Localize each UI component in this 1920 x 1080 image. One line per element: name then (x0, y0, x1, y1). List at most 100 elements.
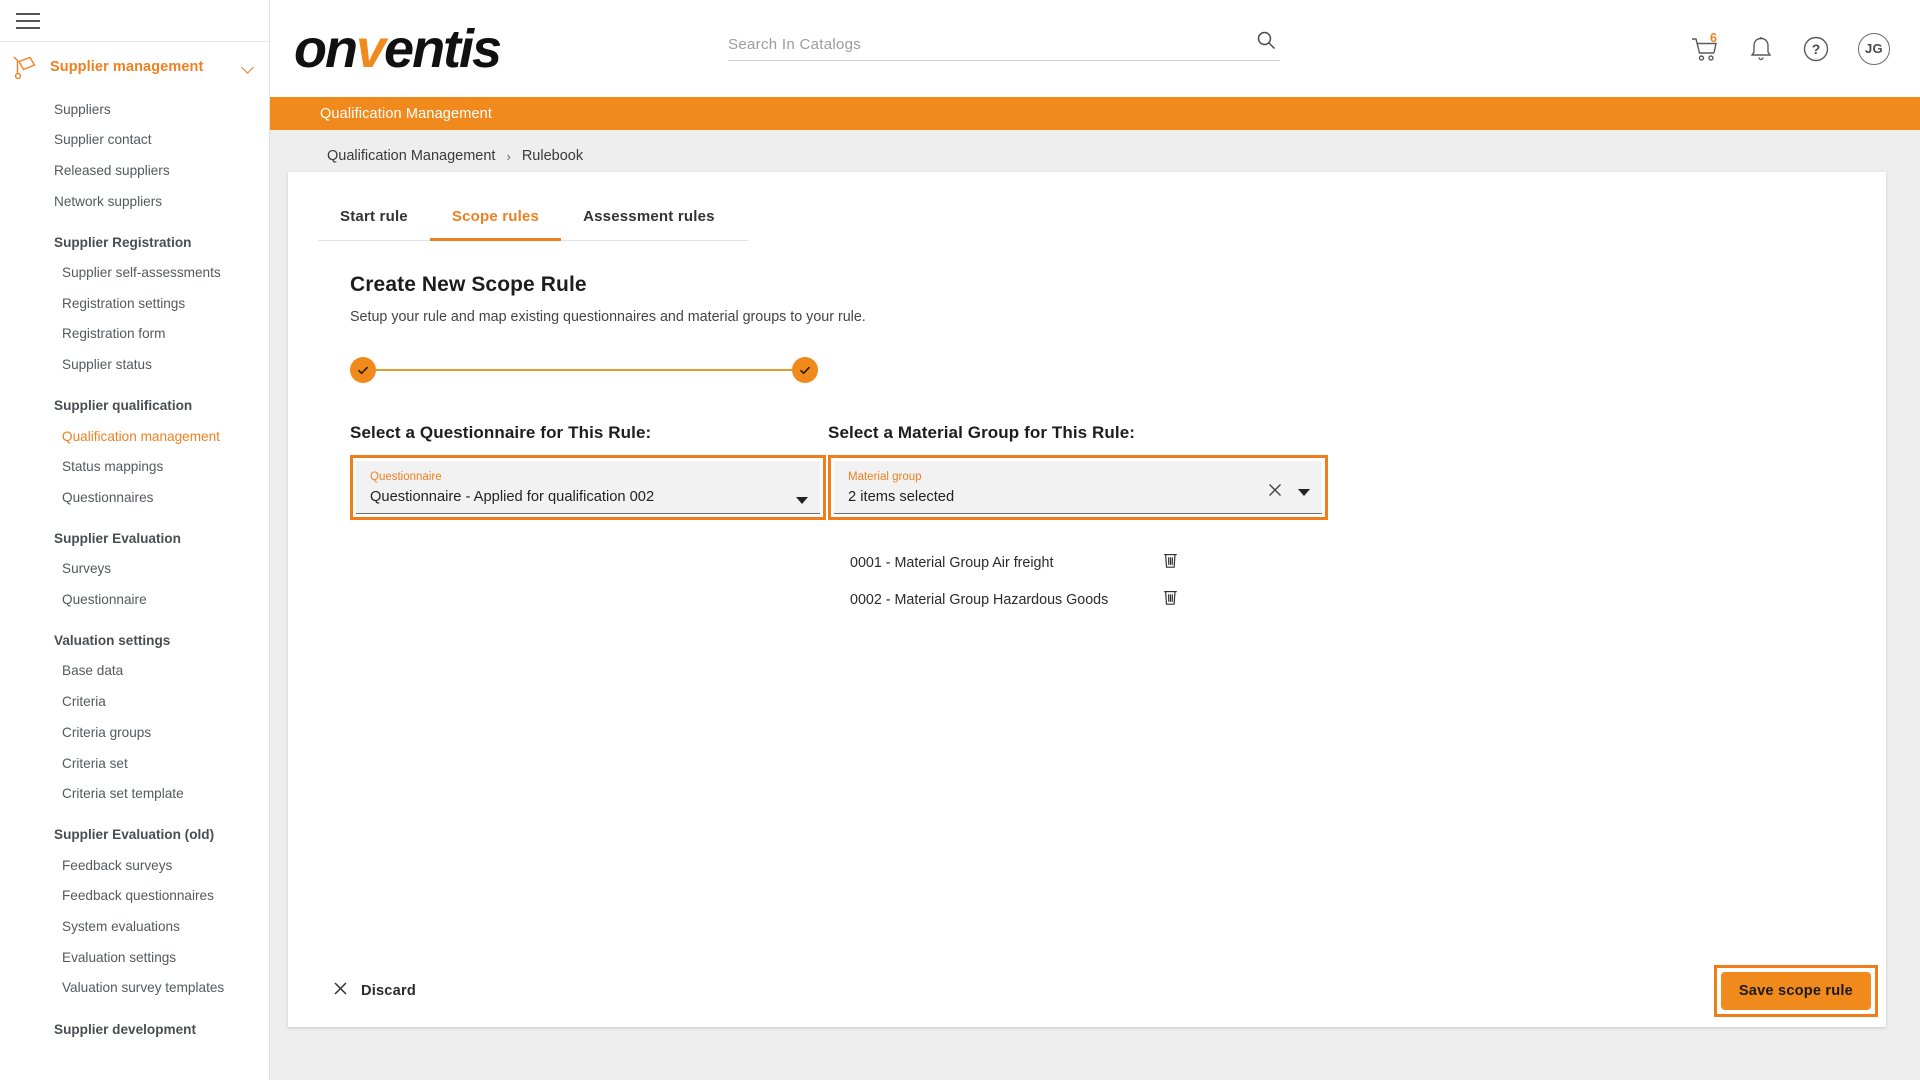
discard-button[interactable]: Discard (318, 970, 430, 1012)
sidebar-group-header: Supplier Registration (0, 217, 269, 258)
material-group-section: Select a Material Group for This Rule: M… (828, 423, 1328, 618)
material-group-select[interactable]: Material group 2 items selected (834, 461, 1322, 514)
sidebar-item-surveys[interactable]: Surveys (0, 554, 269, 585)
sidebar-item-supplier-contact[interactable]: Supplier contact (0, 125, 269, 156)
sidebar-item-evaluation-settings[interactable]: Evaluation settings (0, 942, 269, 973)
tab-assessment-rules[interactable]: Assessment rules (561, 194, 737, 241)
breadcrumb-item-1[interactable]: Qualification Management (327, 148, 495, 164)
material-group-highlight-box: Material group 2 items selected (828, 455, 1328, 520)
sidebar-item-questionnaire[interactable]: Questionnaire (0, 585, 269, 616)
sidebar: Supplier management SuppliersSupplier co… (0, 0, 270, 1080)
tab-scope-rules[interactable]: Scope rules (430, 194, 561, 241)
sidebar-group-header: Supplier qualification (0, 380, 269, 421)
content-card: Start ruleScope rulesAssessment rules Cr… (288, 172, 1886, 1027)
questionnaire-section-title: Select a Questionnaire for This Rule: (350, 423, 826, 443)
sidebar-item-released-suppliers[interactable]: Released suppliers (0, 155, 269, 186)
trash-icon[interactable] (1162, 588, 1180, 611)
hamburger-icon[interactable] (16, 13, 40, 29)
trash-icon[interactable] (1162, 551, 1180, 574)
question-mark-icon[interactable]: ? (1802, 35, 1830, 63)
sidebar-item-system-evaluations[interactable]: System evaluations (0, 912, 269, 943)
material-group-section-title: Select a Material Group for This Rule: (828, 423, 1328, 443)
logo-part-on: on (294, 19, 356, 79)
material-group-list: 0001 - Material Group Air freight 0002 - … (828, 544, 1328, 618)
sidebar-item-feedback-surveys[interactable]: Feedback surveys (0, 850, 269, 881)
material-group-row: 0001 - Material Group Air freight (828, 544, 1180, 581)
sidebar-item-network-suppliers[interactable]: Network suppliers (0, 186, 269, 217)
sidebar-item-registration-form[interactable]: Registration form (0, 319, 269, 350)
stepper-step-1[interactable] (350, 357, 376, 383)
questionnaire-select[interactable]: Questionnaire Questionnaire - Applied fo… (356, 461, 820, 514)
sidebar-group-header: Supplier Evaluation (old) (0, 809, 269, 850)
save-highlight-box: Save scope rule (1714, 965, 1878, 1017)
save-scope-rule-button[interactable]: Save scope rule (1721, 972, 1871, 1010)
search-bar (728, 36, 1280, 61)
sidebar-group-header: Supplier Evaluation (0, 513, 269, 554)
sidebar-item-criteria-set-template[interactable]: Criteria set template (0, 779, 269, 810)
page-title: Create New Scope Rule (350, 273, 1856, 297)
material-group-field-icons (1266, 481, 1310, 506)
questionnaire-section: Select a Questionnaire for This Rule: Qu… (350, 423, 826, 618)
material-group-label: 0001 - Material Group Air freight (850, 555, 1162, 571)
avatar-initials: JG (1865, 41, 1883, 56)
sidebar-group-header: Valuation settings (0, 615, 269, 656)
material-group-label: 0002 - Material Group Hazardous Goods (850, 592, 1162, 608)
close-icon[interactable] (1266, 481, 1284, 504)
header-actions: 6 ? JG (1690, 33, 1890, 65)
chevron-down-icon[interactable] (796, 497, 808, 504)
sidebar-item-supplier-self-assessments[interactable]: Supplier self-assessments (0, 258, 269, 289)
material-group-field-texts: Material group 2 items selected (848, 471, 1266, 506)
logo-part-entis: entis (384, 19, 500, 79)
card-content: Create New Scope Rule Setup your rule an… (288, 273, 1886, 618)
sidebar-group-header: Supplier development (0, 1004, 269, 1050)
sidebar-item-criteria[interactable]: Criteria (0, 687, 269, 718)
stepper-connector (363, 369, 805, 371)
sidebar-item-feedback-questionnaires[interactable]: Feedback questionnaires (0, 881, 269, 912)
sidebar-item-criteria-groups[interactable]: Criteria groups (0, 717, 269, 748)
top-header: onventis 6 (270, 0, 1920, 97)
sidebar-item-criteria-set[interactable]: Criteria set (0, 748, 269, 779)
breadcrumb-separator: › (506, 149, 510, 164)
sidebar-item-suppliers[interactable]: Suppliers (0, 94, 269, 125)
progress-stepper (350, 357, 818, 383)
questionnaire-highlight-box: Questionnaire Questionnaire - Applied fo… (350, 455, 826, 520)
sidebar-item-supplier-management[interactable]: Supplier management (0, 42, 269, 92)
sidebar-item-registration-settings[interactable]: Registration settings (0, 288, 269, 319)
question-mark-glyph: ? (1812, 41, 1821, 57)
page-body: Qualification Management › Rulebook Start … (270, 130, 1920, 1080)
discard-label: Discard (361, 983, 416, 999)
check-icon (356, 363, 370, 377)
chevron-down-icon[interactable] (241, 60, 255, 74)
page-subtitle: Setup your rule and map existing questio… (350, 309, 1856, 325)
tab-bar: Start ruleScope rulesAssessment rules (318, 194, 748, 241)
breadcrumb: Qualification Management › Rulebook (270, 130, 1920, 164)
cart-badge: 6 (1710, 31, 1717, 45)
breadcrumb-item-2[interactable]: Rulebook (522, 148, 583, 164)
logo-part-v: v (356, 19, 384, 79)
sidebar-item-qualification-management[interactable]: Qualification management (0, 421, 269, 452)
sidebar-item-base-data[interactable]: Base data (0, 656, 269, 687)
questionnaire-field-icons (796, 497, 808, 506)
stepper-step-2[interactable] (792, 357, 818, 383)
sidebar-root-label: Supplier management (50, 59, 231, 75)
sidebar-item-questionnaires[interactable]: Questionnaires (0, 482, 269, 513)
module-bar: Qualification Management (270, 97, 1920, 130)
close-icon (332, 980, 349, 1002)
sidebar-item-status-mappings[interactable]: Status mappings (0, 452, 269, 483)
shopping-cart-icon[interactable]: 6 (1690, 35, 1720, 63)
sidebar-nav-list: SuppliersSupplier contactReleased suppli… (0, 92, 269, 1049)
questionnaire-field-value: Questionnaire - Applied for qualificatio… (370, 488, 796, 506)
bell-icon[interactable] (1748, 35, 1774, 63)
search-icon[interactable] (1256, 30, 1276, 55)
hand-truck-icon (10, 52, 40, 82)
check-icon (798, 363, 812, 377)
sidebar-item-valuation-survey-templates[interactable]: Valuation survey templates (0, 973, 269, 1004)
material-group-row: 0002 - Material Group Hazardous Goods (828, 581, 1180, 618)
search-input[interactable] (728, 36, 1280, 53)
chevron-down-icon[interactable] (1298, 489, 1310, 496)
material-group-field-label: Material group (848, 471, 1266, 485)
user-avatar[interactable]: JG (1858, 33, 1890, 65)
sidebar-item-supplier-status[interactable]: Supplier status (0, 350, 269, 381)
tab-start-rule[interactable]: Start rule (318, 194, 430, 241)
module-title: Qualification Management (320, 106, 492, 122)
